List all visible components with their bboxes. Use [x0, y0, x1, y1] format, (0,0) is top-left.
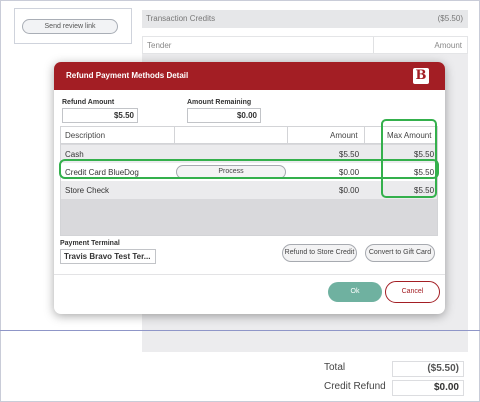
- tender-column-header: Tender: [147, 41, 172, 50]
- dialog-title: Refund Payment Methods Detail: [66, 71, 189, 80]
- credit-refund-label: Credit Refund: [324, 381, 386, 392]
- column-divider: [364, 127, 365, 144]
- refund-to-store-credit-button[interactable]: Refund to Store Credit: [282, 244, 357, 262]
- highlight-max-amount-column: [381, 119, 437, 198]
- amount-remaining-field: $0.00: [187, 108, 261, 123]
- divider-line: [0, 330, 480, 331]
- dialog-header: Refund Payment Methods Detail B: [54, 62, 445, 90]
- amount-column-header: Amount: [434, 41, 462, 50]
- review-panel: Send review link: [14, 8, 132, 44]
- column-divider: [174, 127, 175, 144]
- row-amount: $5.50: [339, 150, 360, 159]
- transaction-credits-row: Transaction Credits ($5.50): [142, 10, 468, 28]
- row-description: Cash: [65, 150, 84, 159]
- total-row: Total ($5.50): [316, 361, 466, 377]
- column-divider: [373, 37, 374, 53]
- amount-header: Amount: [330, 131, 358, 140]
- total-label: Total: [324, 362, 346, 373]
- payment-terminal-label: Payment Terminal: [60, 240, 120, 247]
- ok-button[interactable]: Ok: [328, 282, 382, 302]
- refund-amount-field[interactable]: $5.50: [62, 108, 138, 123]
- description-header: Description: [65, 131, 106, 140]
- send-review-link-button[interactable]: Send review link: [22, 19, 118, 34]
- credit-refund-row: Credit Refund $0.00: [316, 380, 466, 396]
- row-amount: $0.00: [339, 186, 360, 195]
- dialog-divider: [54, 274, 445, 275]
- total-value: ($5.50): [392, 361, 464, 377]
- cancel-button[interactable]: Cancel: [385, 281, 440, 303]
- amount-remaining-label: Amount Remaining: [187, 99, 252, 106]
- transaction-credits-label: Transaction Credits: [146, 14, 216, 23]
- transaction-credits-value: ($5.50): [437, 14, 463, 23]
- credit-refund-value: $0.00: [392, 380, 464, 396]
- convert-to-gift-card-button[interactable]: Convert to Gift Card: [365, 244, 435, 262]
- payment-terminal-select[interactable]: Travis Bravo Test Ter...: [60, 249, 156, 264]
- row-description: Store Check: [65, 186, 110, 195]
- refund-amount-label: Refund Amount: [62, 99, 115, 106]
- brand-logo-icon: B: [413, 68, 429, 84]
- tender-header-row: Tender Amount: [142, 36, 468, 54]
- column-divider: [287, 127, 288, 144]
